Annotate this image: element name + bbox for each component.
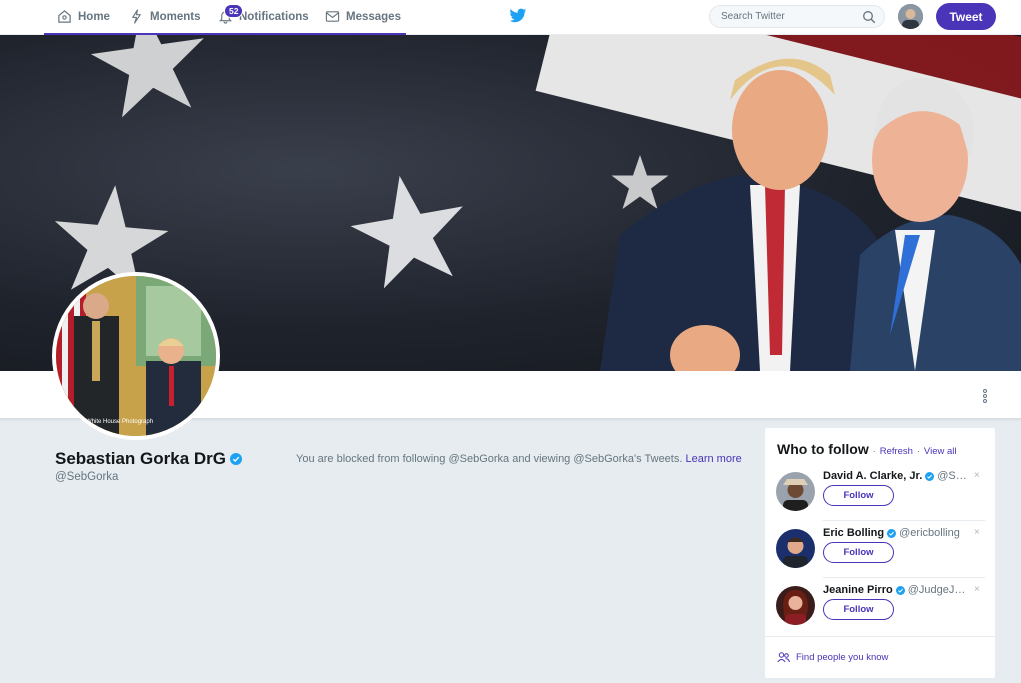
top-nav: Home Moments Notifications 52 Messages S… xyxy=(0,0,1021,35)
follow-suggestion: Eric Bolling @ericbolling × Follow xyxy=(765,521,995,578)
nav-messages[interactable]: Messages xyxy=(325,0,401,33)
blocked-notice: You are blocked from following @SebGorka… xyxy=(296,453,742,465)
learn-more-link[interactable]: Learn more xyxy=(685,453,741,465)
suggestion-name-row[interactable]: Jeanine Pirro @JudgeJ… xyxy=(823,584,973,596)
home-icon xyxy=(58,10,71,23)
suggestion-name-row[interactable]: David A. Clarke, Jr. @S… xyxy=(823,470,973,482)
suggestion-name: Jeanine Pirro xyxy=(823,584,893,596)
suggestion-avatar[interactable] xyxy=(776,529,815,568)
nav-moments[interactable]: Moments xyxy=(129,0,200,33)
nav-moments-label: Moments xyxy=(150,10,201,23)
avatar-caption: White House Photograph xyxy=(86,419,154,425)
envelope-icon xyxy=(325,11,340,22)
profile-handle: @SebGorka xyxy=(55,471,119,483)
follow-suggestion: Jeanine Pirro @JudgeJ… × Follow xyxy=(765,578,995,635)
search-input[interactable]: Search Twitter xyxy=(709,5,885,28)
profile-name: Sebastian Gorka DrG xyxy=(55,449,227,468)
header-separator: · xyxy=(916,446,921,457)
user-avatar[interactable] xyxy=(898,4,923,29)
header-separator: · xyxy=(872,446,876,457)
more-options-icon[interactable] xyxy=(981,388,989,404)
nav-messages-label: Messages xyxy=(346,10,401,23)
suggestion-name: Eric Bolling xyxy=(823,527,885,539)
refresh-link[interactable]: Refresh xyxy=(880,446,913,457)
tweet-button[interactable]: Tweet xyxy=(936,3,996,30)
nav-notifications-label: Notifications xyxy=(239,10,309,23)
profile-photo xyxy=(56,276,216,436)
verified-badge-icon xyxy=(895,585,905,595)
profile-name-row: Sebastian Gorka DrG xyxy=(55,449,243,469)
follow-button[interactable]: Follow xyxy=(823,485,894,506)
verified-badge-icon xyxy=(230,453,243,465)
find-people-link[interactable]: Find people you know xyxy=(777,652,888,663)
verified-badge-icon xyxy=(925,471,935,481)
person-right xyxy=(850,77,1021,371)
search-icon[interactable] xyxy=(862,10,876,24)
follow-button[interactable]: Follow xyxy=(823,542,894,563)
nav-home-label: Home xyxy=(78,10,110,23)
suggestion-handle: @S… xyxy=(937,470,967,482)
suggestion-handle: @JudgeJ… xyxy=(907,584,966,596)
verified-badge-icon xyxy=(887,528,897,538)
profile-avatar[interactable]: White House Photograph xyxy=(52,272,220,440)
suggestion-name: David A. Clarke, Jr. xyxy=(823,470,923,482)
dismiss-icon[interactable]: × xyxy=(974,584,980,595)
nav-home[interactable]: Home xyxy=(57,0,110,33)
view-all-link[interactable]: View all xyxy=(924,446,957,457)
suggestion-name-row[interactable]: Eric Bolling @ericbolling xyxy=(823,527,973,539)
notification-count-badge: 52 xyxy=(224,4,244,18)
twitter-bird-icon[interactable] xyxy=(509,8,527,24)
lightning-icon xyxy=(132,9,141,24)
dismiss-icon[interactable]: × xyxy=(974,470,980,481)
search-placeholder: Search Twitter xyxy=(721,11,785,22)
people-icon xyxy=(777,652,790,663)
blocked-text: You are blocked from following @SebGorka… xyxy=(296,453,683,465)
who-to-follow-header: Who to follow · Refresh · View all xyxy=(777,441,957,457)
suggestion-avatar[interactable] xyxy=(776,472,815,511)
suggestion-avatar[interactable] xyxy=(776,586,815,625)
who-to-follow-panel: Who to follow · Refresh · View all David… xyxy=(765,428,995,678)
dismiss-icon[interactable]: × xyxy=(974,527,980,538)
panel-divider xyxy=(765,636,995,637)
find-people-label: Find people you know xyxy=(796,652,889,663)
follow-suggestion: David A. Clarke, Jr. @S… × Follow xyxy=(765,464,995,521)
who-to-follow-title: Who to follow xyxy=(777,441,869,457)
follow-button[interactable]: Follow xyxy=(823,599,894,620)
suggestion-handle: @ericbolling xyxy=(899,527,960,539)
